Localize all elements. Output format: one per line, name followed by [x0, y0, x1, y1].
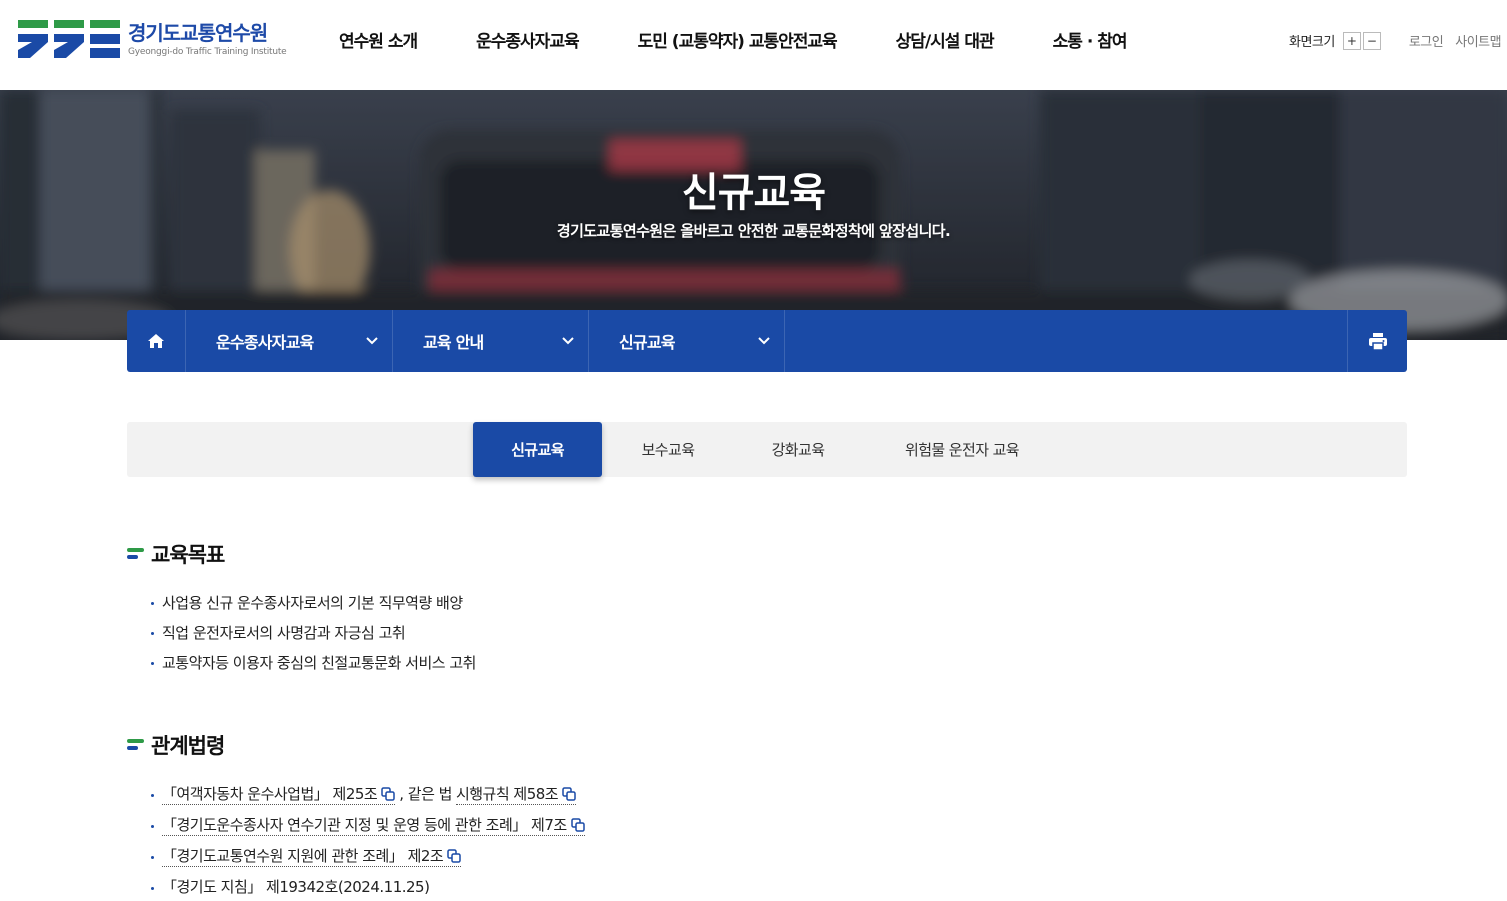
education-goals-section: 교육목표 사업용 신규 운수종사자로서의 기본 직무역량 배양 직업 운전자로서…	[127, 539, 476, 678]
zoom-out-button[interactable]: −	[1362, 31, 1381, 50]
location-bar: 운수종사자교육 교육 안내 신규교육	[127, 310, 1407, 372]
chevron-down-icon	[758, 337, 770, 345]
chevron-down-icon	[366, 337, 378, 345]
site-header: 경기도교통연수원 Gyeonggi-do Traffic Training In…	[0, 0, 1507, 90]
external-link-icon	[447, 849, 461, 863]
sitemap-link[interactable]: 사이트맵	[1455, 31, 1501, 50]
tab-reinforcement-education[interactable]: 강화교육	[733, 422, 863, 477]
law-link-enforcement-rule[interactable]: 시행규칙 제58조	[455, 785, 577, 805]
nav-item-about[interactable]: 연수원 소개	[339, 27, 418, 52]
main-nav: 연수원 소개 운수종사자교육 도민 (교통약자) 교통안전교육 상담/시설 대관…	[310, 27, 1127, 52]
utility-menu: 화면크기 + − 로그인 사이트맵	[1289, 31, 1502, 50]
external-link-icon	[562, 787, 576, 801]
hero-banner: 신규교육 경기도교통연수원은 올바르고 안전한 교통문화정착에 앞장섭니다.	[0, 90, 1507, 340]
tab-new-education[interactable]: 신규교육	[473, 422, 602, 477]
list-item: 「경기도 지침」 제19342호(2024.11.25)	[149, 872, 585, 901]
login-link[interactable]: 로그인	[1409, 31, 1444, 50]
logo-mark-icon	[18, 20, 120, 58]
law-link-training-institute-ordinance[interactable]: 「경기도운수종사자 연수기관 지정 및 운영 등에 관한 조례」 제7조	[162, 816, 585, 836]
nav-item-citizen-safety-education[interactable]: 도민 (교통약자) 교통안전교육	[638, 27, 838, 52]
breadcrumb-depth1-dropdown[interactable]: 운수종사자교육	[186, 310, 393, 372]
related-laws-list: 「여객자동차 운수사업법」 제25조, 같은 법 시행규칙 제58조 「경기도운수…	[127, 779, 585, 901]
breadcrumb-depth1-label: 운수종사자교육	[216, 333, 314, 352]
external-link-icon	[570, 818, 585, 832]
zoom-label: 화면크기	[1289, 35, 1335, 50]
breadcrumb-depth2-label: 교육 안내	[423, 333, 484, 352]
education-goals-heading: 교육목표	[127, 539, 476, 569]
site-logo[interactable]: 경기도교통연수원 Gyeonggi-do Traffic Training In…	[18, 20, 287, 58]
nav-item-communication[interactable]: 소통 · 참여	[1053, 27, 1128, 52]
section-bullet-icon	[127, 548, 144, 559]
list-item: 「여객자동차 운수사업법」 제25조, 같은 법 시행규칙 제58조	[149, 779, 585, 810]
page-subtitle: 경기도교통연수원은 올바르고 안전한 교통문화정착에 앞장섭니다.	[556, 222, 951, 240]
list-item: 직업 운전자로서의 사명감과 자긍심 고취	[149, 618, 476, 648]
home-icon	[148, 334, 164, 348]
list-item: 「경기도교통연수원 지원에 관한 조례」 제2조	[149, 841, 585, 872]
zoom-in-button[interactable]: +	[1342, 31, 1361, 50]
logo-subtitle: Gyeonggi-do Traffic Training Institute	[128, 46, 287, 57]
law-link-support-ordinance[interactable]: 「경기도교통연수원 지원에 관한 조례」 제2조	[162, 847, 462, 867]
chevron-down-icon	[562, 337, 574, 345]
law-link-passenger-transport-act[interactable]: 「여객자동차 운수사업법」 제25조	[162, 785, 396, 805]
printer-icon	[1368, 332, 1387, 350]
breadcrumb-depth3-label: 신규교육	[619, 333, 675, 352]
print-button[interactable]	[1347, 310, 1407, 372]
list-item: 교통약자등 이용자 중심의 친절교통문화 서비스 고취	[149, 648, 476, 678]
breadcrumb-depth3-dropdown[interactable]: 신규교육	[589, 310, 785, 372]
logo-title: 경기도교통연수원	[128, 20, 268, 45]
related-laws-heading: 관계법령	[127, 730, 585, 760]
home-button[interactable]	[127, 310, 186, 372]
content-tabs: 신규교육 보수교육 강화교육 위험물 운전자 교육	[127, 422, 1407, 477]
page-title: 신규교육	[681, 170, 826, 216]
nav-item-driver-education[interactable]: 운수종사자교육	[476, 27, 579, 52]
related-laws-section: 관계법령 「여객자동차 운수사업법」 제25조, 같은 법 시행규칙 제58조 「…	[127, 730, 585, 901]
list-item: 「경기도운수종사자 연수기관 지정 및 운영 등에 관한 조례」 제7조	[149, 810, 585, 841]
breadcrumb-depth2-dropdown[interactable]: 교육 안내	[393, 310, 589, 372]
section-bullet-icon	[127, 739, 144, 750]
nav-item-consulting-rental[interactable]: 상담/시설 대관	[896, 27, 995, 52]
education-goals-list: 사업용 신규 운수종사자로서의 기본 직무역량 배양 직업 운전자로서의 사명감…	[127, 588, 476, 678]
tab-refresher-education[interactable]: 보수교육	[603, 422, 733, 477]
tab-hazmat-driver-education[interactable]: 위험물 운전자 교육	[863, 422, 1061, 477]
external-link-icon	[381, 787, 395, 801]
list-item: 사업용 신규 운수종사자로서의 기본 직무역량 배양	[149, 588, 476, 618]
